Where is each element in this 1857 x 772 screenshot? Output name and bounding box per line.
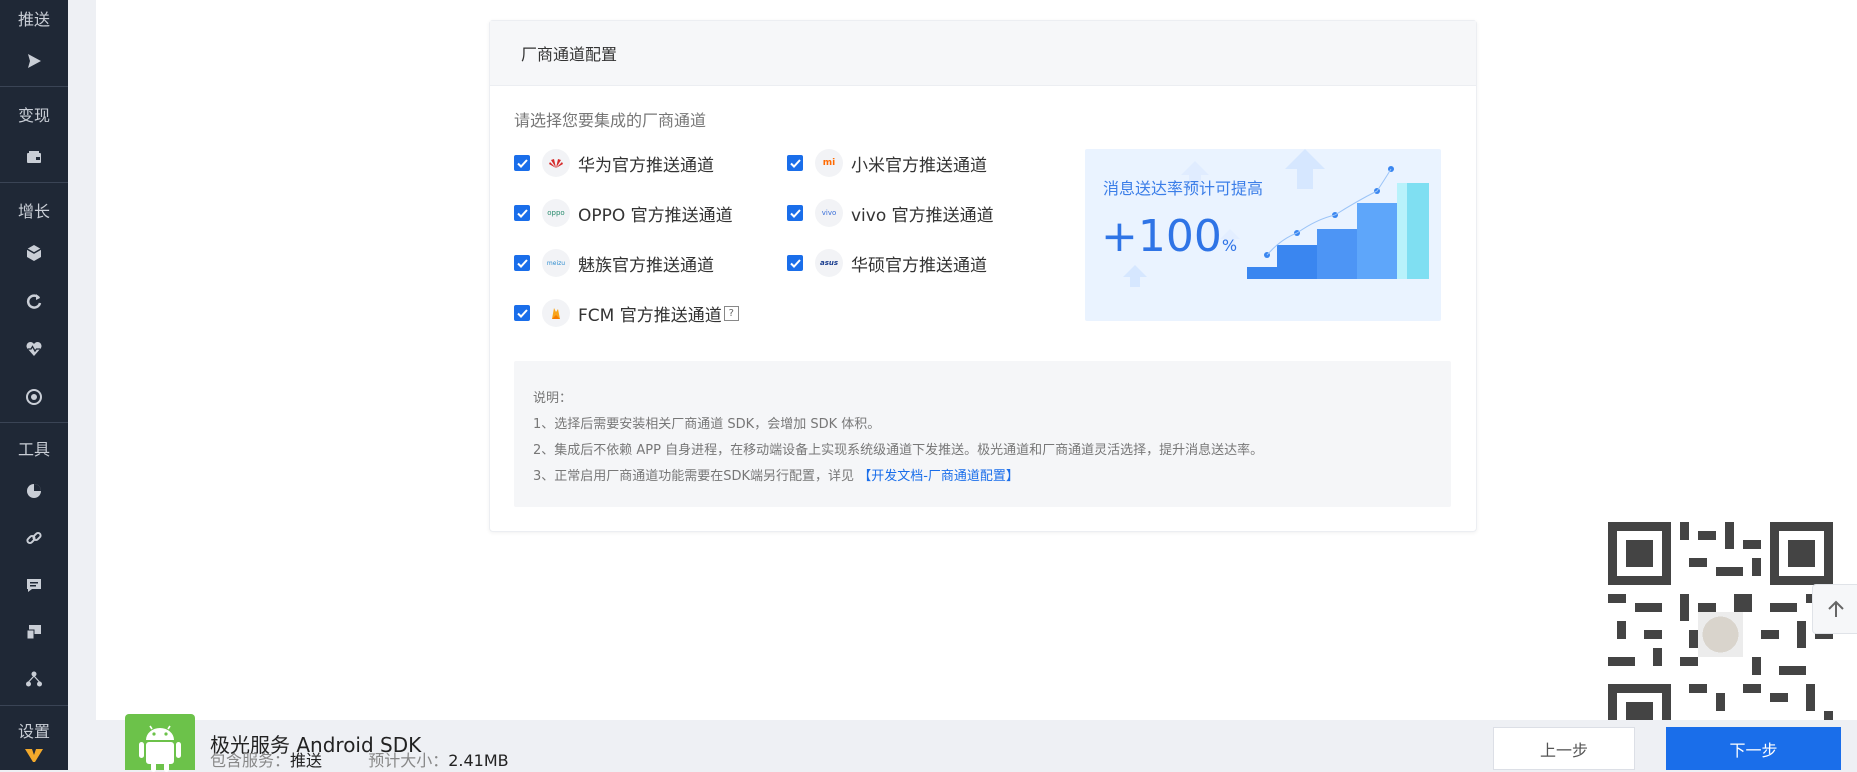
notes-title: 说明： <box>533 391 573 406</box>
play-icon[interactable] <box>0 47 68 75</box>
delivery-rate-banner: 消息送达率预计可提高 +100% <box>1085 149 1441 321</box>
dev-doc-link[interactable]: 【开发文档-厂商通道配置】 <box>858 469 1019 484</box>
sidebar-section-monetize[interactable]: 变现 <box>0 102 68 126</box>
heart-pulse-icon[interactable] <box>0 335 68 363</box>
sidebar-section-settings[interactable]: 设置 <box>0 718 68 742</box>
channel-label: 魅族官方推送通道 <box>578 255 714 276</box>
services-label: 包含服务： <box>210 751 291 770</box>
channel-item-vivo[interactable]: vivo vivo 官方推送通道 <box>787 198 994 228</box>
card-title: 厂商通道配置 <box>490 21 1476 86</box>
channel-label: vivo 官方推送通道 <box>851 205 994 226</box>
channel-item-fcm[interactable]: FCM 官方推送通道 ? <box>514 298 739 328</box>
channel-item-meizu[interactable]: meizu 魅族官方推送通道 <box>514 248 714 278</box>
xiaomi-logo-icon: mi <box>815 149 843 177</box>
services-value: 推送 <box>290 751 323 770</box>
huawei-logo-icon <box>542 149 570 177</box>
channel-item-asus[interactable]: asus 华硕官方推送通道 <box>787 248 987 278</box>
channel-item-huawei[interactable]: 华为官方推送通道 <box>514 148 714 178</box>
android-icon <box>125 714 195 772</box>
promo-value: +100% <box>1101 211 1237 262</box>
note-line-1: 1、选择后需要安装相关厂商通道 SDK，会增加 SDK 体积。 <box>533 417 881 432</box>
promo-text: 消息送达率预计可提高 <box>1103 179 1264 198</box>
target-icon[interactable] <box>0 383 68 411</box>
note-line-3-text: 3、正常启用厂商通道功能需要在SDK端另行配置，详见 <box>533 469 859 484</box>
arrow-up-icon <box>1827 600 1844 617</box>
vendor-channel-card: 厂商通道配置 请选择您要集成的厂商通道 华为官方推送通道 mi 小米官方推送通道… <box>489 20 1477 532</box>
sidebar-divider <box>0 705 68 706</box>
note-line-2: 2、集成后不依赖 APP 自身进程，在移动端设备上实现系统级通道下发推送。极光通… <box>533 443 1264 458</box>
brand-logo-icon[interactable] <box>0 740 68 770</box>
sidebar-divider <box>0 182 68 183</box>
size-label: 预计大小： <box>368 751 449 770</box>
card-subtitle: 请选择您要集成的厂商通道 <box>514 111 707 130</box>
checkbox-checked-icon[interactable] <box>787 255 803 271</box>
channel-label: 小米官方推送通道 <box>851 155 987 176</box>
help-icon[interactable]: ? <box>723 305 739 321</box>
wallet-icon[interactable] <box>0 143 68 171</box>
checkbox-checked-icon[interactable] <box>514 255 530 271</box>
fcm-logo-icon <box>542 299 570 327</box>
sdk-meta: 包含服务：推送 预计大小：2.41MB <box>210 747 509 771</box>
promo-unit: % <box>1221 236 1238 255</box>
checkbox-checked-icon[interactable] <box>787 155 803 171</box>
oppo-logo-icon: oppo <box>542 199 570 227</box>
sidebar: 推送 变现 增长 工具 设置 <box>0 0 68 770</box>
channel-label: FCM 官方推送通道 <box>578 305 722 326</box>
asus-logo-icon: asus <box>815 249 843 277</box>
channel-item-oppo[interactable]: oppo OPPO 官方推送通道 <box>514 198 733 228</box>
checkbox-checked-icon[interactable] <box>514 155 530 171</box>
channel-label: 华硕官方推送通道 <box>851 255 987 276</box>
device-icon[interactable] <box>0 618 68 646</box>
channel-item-xiaomi[interactable]: mi 小米官方推送通道 <box>787 148 987 178</box>
qr-code-icon <box>1608 522 1833 747</box>
channel-label: OPPO 官方推送通道 <box>578 205 733 226</box>
checkbox-checked-icon[interactable] <box>514 205 530 221</box>
scroll-to-top-button[interactable] <box>1812 584 1857 634</box>
refresh-icon[interactable] <box>0 287 68 315</box>
checkbox-checked-icon[interactable] <box>514 305 530 321</box>
channel-label: 华为官方推送通道 <box>578 155 714 176</box>
sidebar-section-tools[interactable]: 工具 <box>0 436 68 460</box>
chat-icon[interactable] <box>0 571 68 599</box>
sidebar-section-growth[interactable]: 增长 <box>0 198 68 222</box>
pie-chart-icon[interactable] <box>0 477 68 505</box>
notes-panel: 说明： 1、选择后需要安装相关厂商通道 SDK，会增加 SDK 体积。 2、集成… <box>514 361 1451 507</box>
cube-icon[interactable] <box>0 239 68 267</box>
next-step-button[interactable]: 下一步 <box>1666 727 1841 770</box>
link-icon[interactable] <box>0 524 68 552</box>
sidebar-divider <box>0 86 68 87</box>
prev-step-button[interactable]: 上一步 <box>1493 727 1635 770</box>
sidebar-divider <box>0 422 68 423</box>
vivo-logo-icon: vivo <box>815 199 843 227</box>
promo-number: +100 <box>1101 211 1222 262</box>
size-value: 2.41MB <box>448 751 509 770</box>
checkbox-checked-icon[interactable] <box>787 205 803 221</box>
sidebar-section-push[interactable]: 推送 <box>0 6 68 30</box>
meizu-logo-icon: meizu <box>542 249 570 277</box>
note-line-3: 3、正常启用厂商通道功能需要在SDK端另行配置，详见 【开发文档-厂商通道配置】 <box>533 465 1019 484</box>
network-icon[interactable] <box>0 665 68 693</box>
